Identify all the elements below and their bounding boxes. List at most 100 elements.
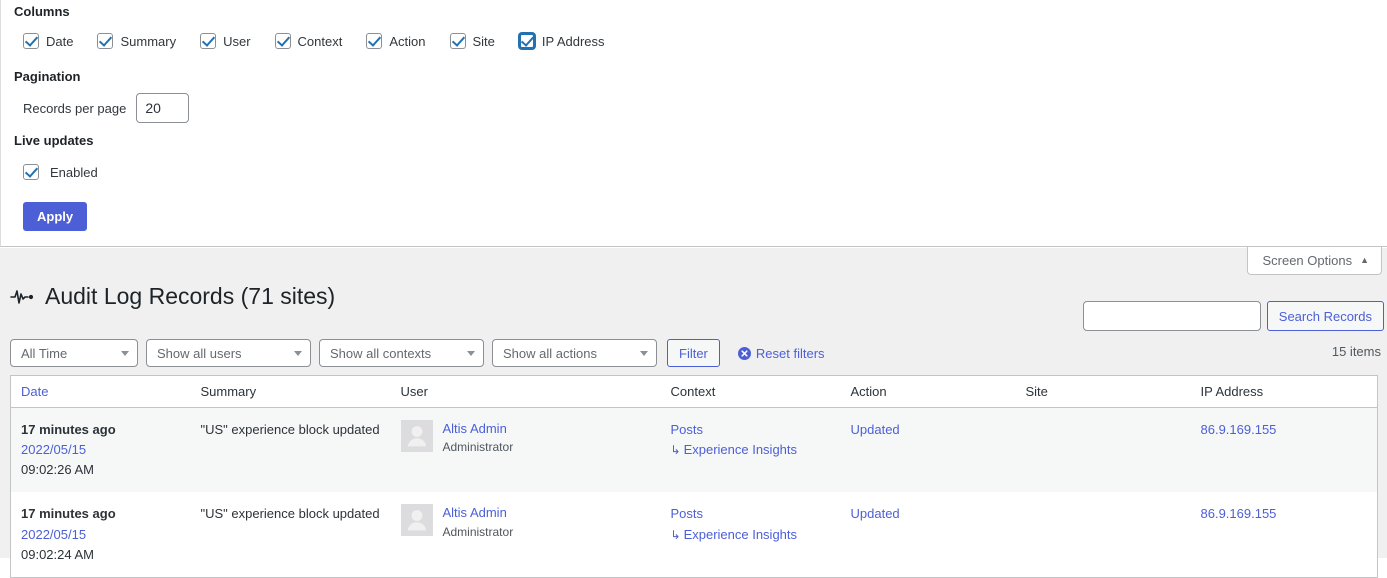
column-checkbox-item-summary[interactable]: Summary (97, 33, 176, 49)
cell-action: Updated (840, 407, 1016, 493)
user-role: Administrator (442, 440, 514, 455)
column-checkbox-site[interactable] (449, 33, 466, 49)
filter-time-select[interactable]: All Time (10, 339, 138, 367)
date-time: 09:02:24 AM (21, 546, 94, 562)
column-checkbox-item-site[interactable]: Site (449, 33, 495, 49)
summary-text: "US" experience block updated (200, 422, 380, 437)
table-header-user[interactable]: User (390, 375, 661, 408)
avatar (400, 420, 433, 452)
sub-arrow-icon: ↳ (670, 443, 681, 458)
table-header: Date Summary User Context Action Site IP Addre… (10, 375, 1378, 408)
user-name-link[interactable]: Altis Admin (443, 420, 514, 438)
context-sub: ↳ Experience Insights (671, 440, 831, 460)
table-header-link[interactable]: Date (21, 384, 48, 399)
cell-context: Posts ↳ Experience Insights (660, 407, 841, 493)
column-checkbox-action[interactable] (366, 33, 383, 49)
filter-time-value: All Time (21, 345, 68, 361)
chevron-down-icon (121, 350, 129, 356)
records-per-page-row: Records per page (23, 93, 190, 123)
cell-summary: "US" experience block updated (190, 407, 391, 493)
filter-users-select[interactable]: Show all users (146, 339, 311, 367)
screen-options-tab-button[interactable]: Screen Options ▲ (1247, 247, 1382, 275)
column-checkbox-item-user[interactable]: User (200, 33, 251, 49)
chevron-down-icon (640, 350, 648, 356)
live-updates-checkbox[interactable] (23, 164, 39, 180)
column-checkbox-item-date[interactable]: Date (23, 33, 73, 49)
live-updates-checkbox-label: Enabled (50, 164, 98, 180)
date-relative: 17 minutes ago (21, 506, 116, 522)
filter-bar: All Time Show all users Show all context… (10, 339, 825, 367)
column-checkbox-ip-address[interactable] (518, 33, 535, 49)
table-header-summary[interactable]: Summary (190, 375, 391, 408)
reset-filters-link[interactable]: Reset filters (737, 346, 825, 361)
filter-actions-value: Show all actions (503, 345, 597, 361)
date-time: 09:02:26 AM (21, 462, 94, 478)
action-link[interactable]: Updated (851, 422, 900, 437)
search-area: Search Records (1082, 301, 1384, 331)
table-row: 17 minutes ago 2022/05/15 09:02:26 AM "US" … (10, 407, 1378, 493)
table-header-context[interactable]: Context (660, 375, 841, 408)
cell-date: 17 minutes ago 2022/05/15 09:02:24 AM (11, 492, 191, 577)
avatar (400, 504, 433, 537)
ip-link[interactable]: 86.9.169.155 (1201, 422, 1277, 437)
cell-site (1015, 407, 1191, 493)
date-relative: 17 minutes ago (21, 422, 116, 437)
screen-options-panel: Columns Date Summary User Context Action Site… (0, 0, 1387, 247)
records-per-page-input[interactable] (136, 93, 190, 123)
user-role: Administrator (442, 524, 514, 539)
cell-context: Posts ↳ Experience Insights (661, 492, 841, 577)
search-records-button[interactable]: Search Records (1266, 301, 1384, 331)
sub-arrow-icon: ↳ (670, 527, 681, 542)
table-header-action[interactable]: Action (840, 375, 1016, 408)
column-checkbox-label: Summary (120, 33, 177, 49)
column-checkbox-label: IP Address (541, 33, 605, 49)
table-body: 17 minutes ago 2022/05/15 09:02:26 AM "US" … (10, 407, 1378, 578)
column-checkbox-item-context[interactable]: Context (274, 33, 342, 49)
filter-actions-select[interactable]: Show all actions (492, 339, 657, 367)
column-checkbox-item-ip-address[interactable]: IP Address (518, 33, 605, 49)
table-header-site[interactable]: Site (1015, 375, 1191, 408)
date-link[interactable]: 2022/05/15 (21, 440, 181, 460)
items-count: 15 items (1331, 344, 1381, 359)
main-content: Audit Log Records (71 sites) Search Reco… (0, 248, 1387, 578)
action-link[interactable]: Updated (851, 506, 900, 521)
search-input[interactable] (1082, 301, 1261, 331)
column-checkbox-context[interactable] (274, 33, 291, 49)
table-header-date[interactable]: Date (10, 375, 191, 408)
context-sub-link[interactable]: Experience Insights (684, 525, 797, 545)
cell-user: Altis Admin Administrator (391, 492, 661, 577)
live-updates-checkbox-row[interactable]: Enabled (23, 164, 98, 180)
cell-ip: 86.9.169.155 (1190, 407, 1378, 493)
column-checkbox-label: Date (46, 33, 74, 49)
audit-log-table: Date Summary User Context Action Site IP Addre… (10, 375, 1378, 578)
live-updates-enabled-checkbox-item[interactable]: Enabled (23, 164, 98, 180)
filter-users-value: Show all users (157, 345, 242, 361)
columns-checkbox-group: Date Summary User Context Action Site IP Addre… (23, 33, 605, 49)
date-link[interactable]: 2022/05/15 (21, 525, 181, 545)
column-checkbox-label: Site (472, 33, 495, 49)
column-checkbox-user[interactable] (200, 33, 217, 49)
cell-user: Altis Admin Administrator (390, 407, 661, 493)
table-header-ip-address[interactable]: IP Address (1190, 375, 1378, 408)
cell-action: Updated (841, 492, 1016, 577)
column-checkbox-date[interactable] (23, 33, 39, 49)
column-checkbox-label: User (223, 33, 251, 49)
cell-summary: "US" experience block updated (191, 492, 391, 577)
filter-button[interactable]: Filter (667, 339, 720, 367)
context-sub-link[interactable]: Experience Insights (684, 440, 797, 460)
ip-link[interactable]: 86.9.169.155 (1201, 506, 1277, 521)
context-link[interactable]: Posts (671, 420, 831, 440)
chevron-down-icon (467, 350, 475, 356)
chevron-down-icon (294, 350, 302, 356)
column-checkbox-item-action[interactable]: Action (366, 33, 426, 49)
table-row: 17 minutes ago 2022/05/15 09:02:24 AM "US" … (11, 492, 1378, 577)
apply-button[interactable]: Apply (23, 202, 88, 231)
context-link[interactable]: Posts (671, 504, 831, 524)
cell-ip: 86.9.169.155 (1191, 492, 1378, 577)
filter-contexts-value: Show all contexts (330, 345, 432, 361)
cell-site (1016, 492, 1191, 577)
user-name-link[interactable]: Altis Admin (443, 504, 514, 522)
filter-contexts-select[interactable]: Show all contexts (319, 339, 484, 367)
column-checkbox-summary[interactable] (97, 33, 114, 49)
live-updates-section-title: Live updates (14, 133, 94, 148)
